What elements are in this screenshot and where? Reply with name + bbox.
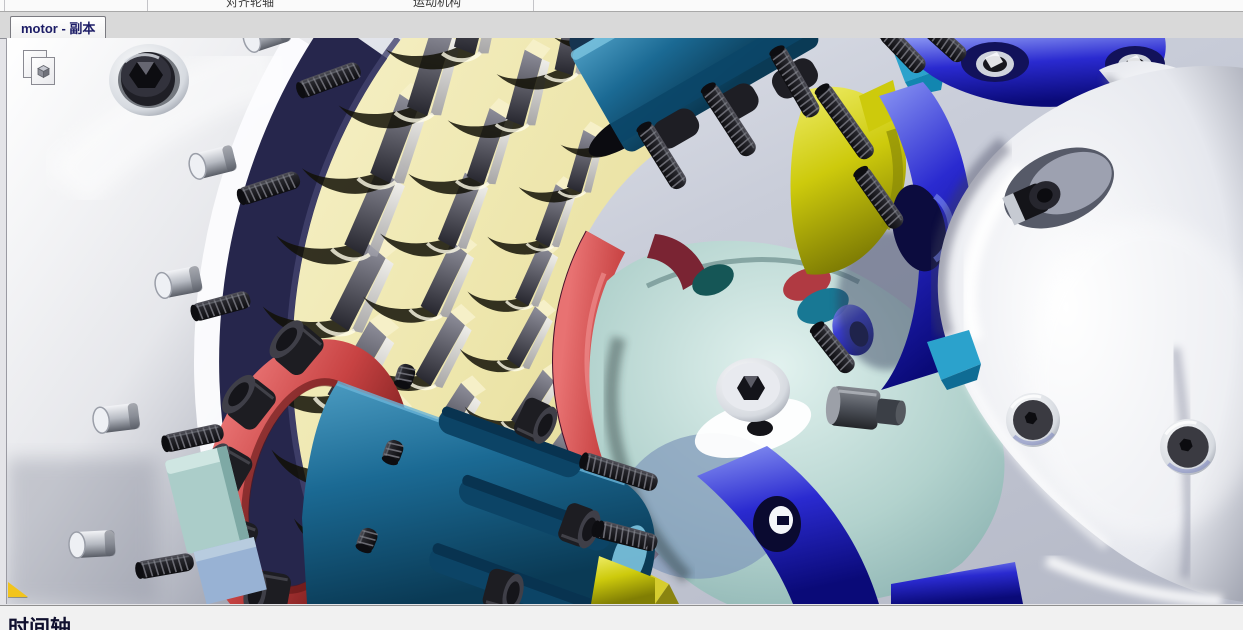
3d-viewport[interactable] xyxy=(6,38,1243,604)
ribbon-strip: 对齐轮轴 运动机构 xyxy=(0,0,1243,12)
ribbon-separator xyxy=(147,0,148,11)
timeline-panel[interactable]: 时间轴 xyxy=(0,605,1243,630)
cube-icon xyxy=(36,64,51,79)
tab-motor-copy[interactable]: motor - 副本 xyxy=(10,16,106,38)
document-tab-bar: motor - 副本 xyxy=(0,12,1243,39)
ribbon-separator xyxy=(4,0,5,11)
ribbon-group-label: 对齐轮轴 xyxy=(226,0,274,10)
viewport-expand-handle[interactable] xyxy=(8,582,28,597)
scene-pages-icon[interactable] xyxy=(23,50,57,86)
tab-title: motor - 副本 xyxy=(21,18,95,37)
3d-viewport-canvas[interactable] xyxy=(7,38,1243,604)
hex-socket-bolt xyxy=(109,44,189,116)
timeline-label: 时间轴 xyxy=(8,617,1243,630)
ribbon-separator xyxy=(533,0,534,11)
application-window: 对齐轮轴 运动机构 motor - 副本 xyxy=(0,0,1243,630)
ribbon-group-label: 运动机构 xyxy=(413,0,461,10)
page-front-icon xyxy=(31,57,55,85)
